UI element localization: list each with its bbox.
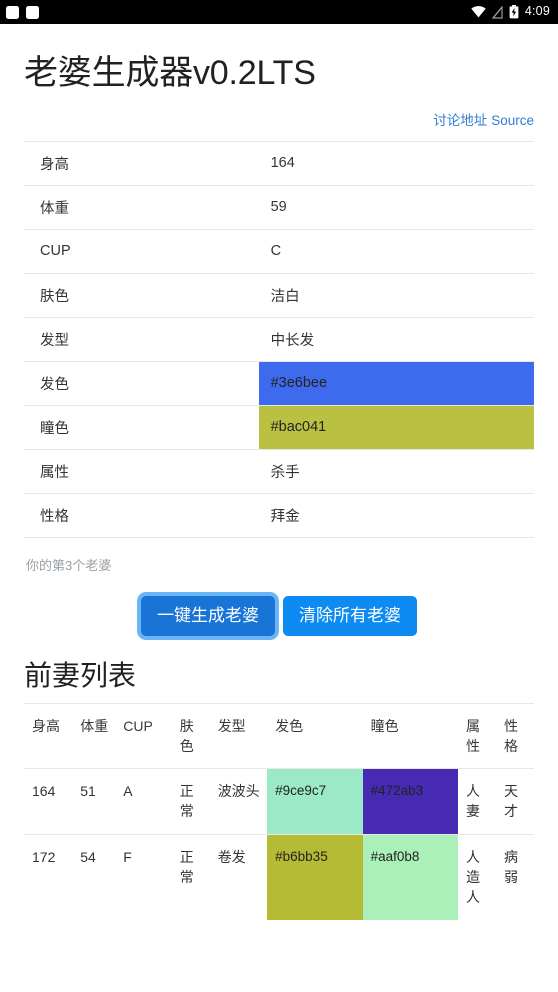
attribute-key: 身高 [24, 140, 259, 185]
column-header-eyecolor: 瞳色 [362, 702, 459, 769]
cell-eyecolor-swatch: #aaf0b8 [362, 833, 459, 920]
attribute-value: 杀手 [258, 448, 534, 493]
exwives-table-head: 身高 体重 CUP 肤色 发型 发色 瞳色 属性 性格 [24, 702, 534, 769]
cell-height: 164 [24, 768, 73, 835]
table-row: 身高 164 [24, 140, 534, 185]
page-title: 老婆生成器v0.2LTS [24, 54, 316, 92]
column-header-haircolor: 发色 [267, 702, 363, 769]
attribute-value: 拜金 [258, 492, 534, 538]
action-buttons: 一键生成老婆 清除所有老婆 [24, 574, 534, 636]
exwives-table-body: 164 51 A 正常 波波头 #9ce9c7 #472ab3 人妻 天才 17… [24, 768, 534, 920]
status-bar: 4:09 [0, 0, 558, 24]
table-row: 164 51 A 正常 波波头 #9ce9c7 #472ab3 人妻 天才 [24, 768, 534, 835]
status-bar-clock: 4:09 [524, 4, 550, 19]
cell-cup: F [115, 833, 172, 920]
table-row: 属性 杀手 [24, 448, 534, 493]
table-row: 体重 59 [24, 184, 534, 229]
cell-personality: 天才 [495, 768, 534, 835]
attribute-value: 59 [258, 184, 534, 229]
generate-wife-button[interactable]: 一键生成老婆 [141, 595, 275, 636]
column-header-attribute: 属性 [458, 702, 496, 769]
attribute-key: 瞳色 [24, 404, 259, 449]
attributes-table-body: 身高 164 体重 59 CUP C 肤色 洁白 发型 中长发 发色 #3e6b… [24, 140, 534, 538]
table-row: 性格 拜金 [24, 492, 534, 538]
page-content: 老婆生成器v0.2LTS 讨论地址 Source 身高 164 体重 59 CUP… [0, 24, 558, 980]
attribute-value-color-swatch: #bac041 [258, 404, 534, 449]
cell-hairstyle: 卷发 [209, 833, 268, 920]
attribute-value: 中长发 [258, 316, 534, 361]
attribute-value: 164 [258, 140, 534, 185]
cell-attribute: 人造人 [458, 833, 496, 920]
clear-all-wives-button[interactable]: 清除所有老婆 [283, 595, 417, 636]
cell-cup: A [115, 768, 172, 835]
attributes-table: 身高 164 体重 59 CUP C 肤色 洁白 发型 中长发 发色 #3e6b… [24, 140, 534, 538]
column-header-weight: 体重 [72, 702, 116, 769]
cell-height: 172 [24, 833, 73, 920]
attribute-value: 洁白 [258, 272, 534, 317]
notification-square-icon [26, 5, 39, 19]
attribute-value-color-swatch: #3e6bee [258, 360, 534, 405]
discussion-link[interactable]: 讨论地址 [433, 113, 487, 128]
cell-skin: 正常 [171, 833, 210, 920]
attribute-key: 发型 [24, 316, 259, 361]
attribute-value: C [258, 228, 534, 273]
table-row: 肤色 洁白 [24, 272, 534, 317]
table-row: CUP C [24, 228, 534, 273]
column-header-personality: 性格 [495, 702, 534, 769]
table-row: 发型 中长发 [24, 316, 534, 361]
status-bar-system: 4:09 [471, 5, 550, 19]
attribute-key: 体重 [24, 184, 259, 229]
signal-off-icon [491, 5, 503, 19]
header-links: 讨论地址 Source [24, 95, 534, 135]
attribute-key: 发色 [24, 360, 259, 405]
column-header-hairstyle: 发型 [209, 702, 268, 769]
cell-eyecolor-swatch: #472ab3 [362, 768, 459, 835]
attribute-key: CUP [24, 228, 259, 273]
column-header-cup: CUP [115, 702, 172, 769]
table-row: 发色 #3e6bee [24, 360, 534, 405]
exwives-section-title: 前妻列表 [24, 659, 137, 691]
cell-skin: 正常 [171, 768, 210, 835]
wife-counter-note: 你的第3个老婆 [26, 557, 112, 573]
attribute-key: 性格 [24, 492, 259, 538]
wifi-icon [471, 6, 486, 18]
attribute-key: 属性 [24, 448, 259, 493]
attribute-key: 肤色 [24, 272, 259, 317]
table-row: 172 54 F 正常 卷发 #b6bb35 #aaf0b8 人造人 病弱 [24, 833, 534, 920]
table-row: 瞳色 #bac041 [24, 404, 534, 449]
battery-charging-icon [509, 5, 519, 19]
cell-attribute: 人妻 [458, 768, 496, 835]
column-header-skin: 肤色 [171, 702, 210, 769]
cell-weight: 51 [72, 768, 116, 835]
cell-weight: 54 [72, 833, 116, 920]
exwives-table: 身高 体重 CUP 肤色 发型 发色 瞳色 属性 性格 164 51 A 正常 … [24, 702, 534, 920]
bottom-spacer [24, 920, 534, 980]
status-bar-notifications [6, 5, 39, 19]
cell-hairstyle: 波波头 [209, 768, 268, 835]
column-header-height: 身高 [24, 702, 73, 769]
cell-haircolor-swatch: #9ce9c7 [267, 768, 363, 835]
table-header-row: 身高 体重 CUP 肤色 发型 发色 瞳色 属性 性格 [24, 702, 534, 769]
notification-square-icon [6, 5, 19, 19]
source-link[interactable]: Source [491, 113, 534, 128]
cell-haircolor-swatch: #b6bb35 [267, 833, 363, 920]
cell-personality: 病弱 [495, 833, 534, 920]
